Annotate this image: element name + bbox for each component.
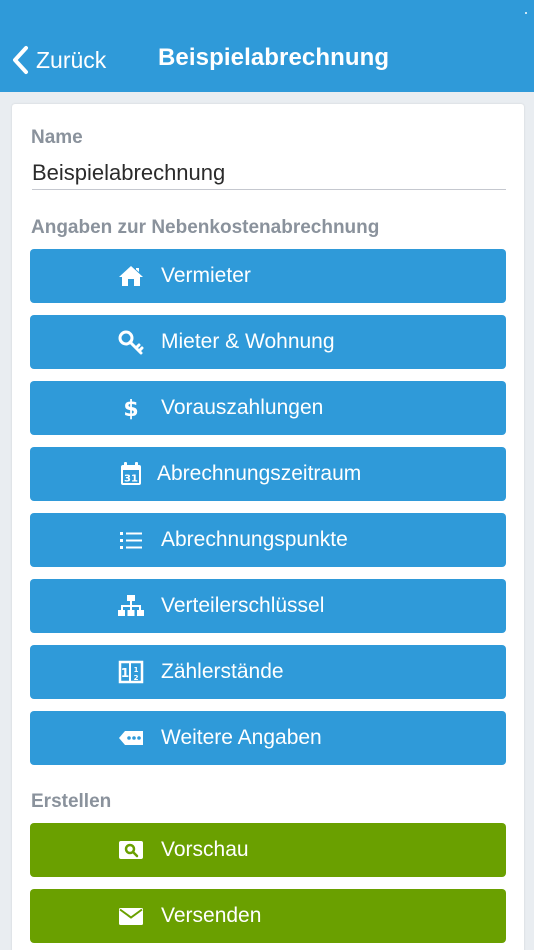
preview-icon <box>118 837 144 863</box>
svg-text:$: $ <box>123 397 138 421</box>
vermieter-label: Vermieter <box>161 264 251 287</box>
vorauszahlungen-label: Vorauszahlungen <box>161 396 324 419</box>
verteilerschluessel-button[interactable]: Verteilerschlüssel <box>30 579 506 633</box>
back-button[interactable]: Zurück <box>10 42 106 78</box>
abrechnungszeitraum-label: Abrechnungszeitraum <box>157 462 362 485</box>
envelope-icon <box>118 903 144 929</box>
versenden-label: Versenden <box>161 904 262 927</box>
navigation-bar: Zurück Beispielabrechnung <box>0 0 534 92</box>
sitemap-icon <box>118 593 144 619</box>
dollar-icon: $ <box>118 395 144 421</box>
zaehlerstaende-button[interactable]: 1 1 2 Zählerstände <box>30 645 506 699</box>
back-label: Zurück <box>36 46 107 73</box>
abrechnungszeitraum-button[interactable]: 31 Abrechnungszeitraum <box>30 447 506 501</box>
key-icon <box>118 329 144 355</box>
chevron-left-icon <box>13 46 28 74</box>
versenden-button[interactable]: Versenden <box>30 889 506 943</box>
vorschau-button[interactable]: Vorschau <box>30 823 506 877</box>
calendar-icon: 31 <box>118 461 144 487</box>
weitere-angaben-button[interactable]: Weitere Angaben <box>30 711 506 765</box>
home-icon <box>118 263 144 289</box>
abrechnungspunkte-button[interactable]: Abrechnungspunkte <box>30 513 506 567</box>
svg-text:2: 2 <box>134 674 139 682</box>
svg-text:1: 1 <box>121 666 129 680</box>
details-section-label: Angaben zur Nebenkostenabrechnung <box>31 217 380 238</box>
vermieter-button[interactable]: Vermieter <box>30 249 506 303</box>
name-label: Name <box>31 127 83 148</box>
name-field[interactable] <box>32 156 506 190</box>
svg-text:31: 31 <box>124 474 138 485</box>
page-title: Beispielabrechnung <box>158 44 390 71</box>
vorschau-label: Vorschau <box>161 838 249 861</box>
create-section-label: Erstellen <box>31 791 112 812</box>
meter-icon: 1 1 2 <box>118 659 144 685</box>
svg-text:1: 1 <box>134 666 139 674</box>
vorauszahlungen-button[interactable]: $ Vorauszahlungen <box>30 381 506 435</box>
mieter-wohnung-button[interactable]: Mieter & Wohnung <box>30 315 506 369</box>
zaehlerstaende-label: Zählerstände <box>161 660 284 683</box>
weitere-angaben-label: Weitere Angaben <box>161 726 322 749</box>
verteilerschluessel-label: Verteilerschlüssel <box>161 594 325 617</box>
status-indicator <box>525 12 527 14</box>
tag-dots-icon <box>118 725 144 751</box>
mieter-wohnung-label: Mieter & Wohnung <box>161 330 335 353</box>
abrechnungspunkte-label: Abrechnungspunkte <box>161 528 348 551</box>
list-icon <box>118 527 144 553</box>
